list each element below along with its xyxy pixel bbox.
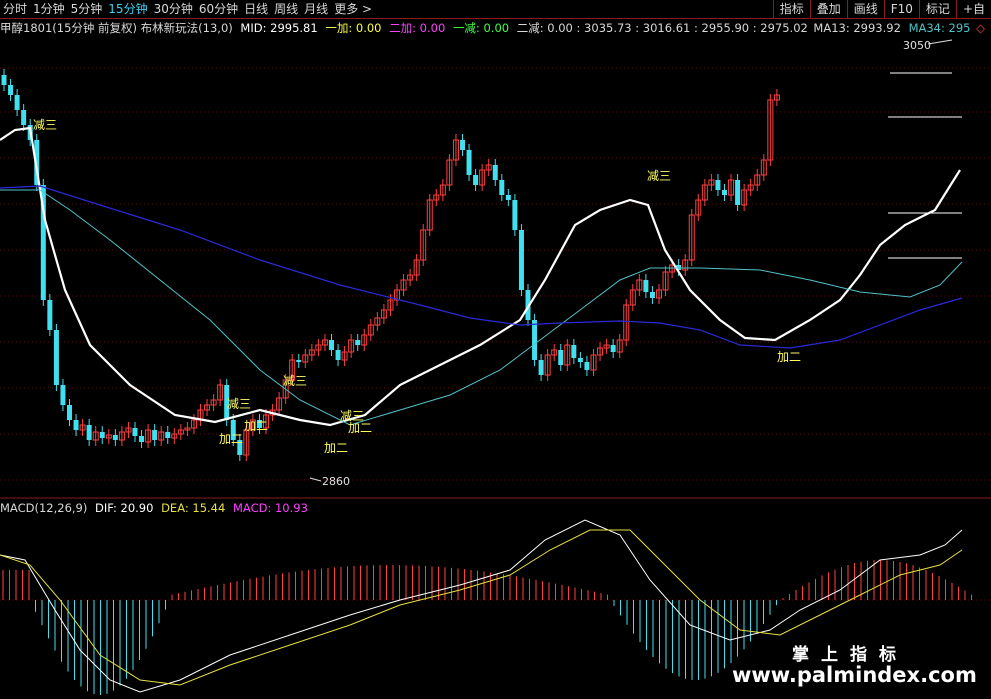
candle-body xyxy=(558,350,564,365)
macd-value: MACD: 10.93 xyxy=(232,501,308,515)
tab-weekly[interactable]: 周线 xyxy=(271,0,301,18)
candle-body xyxy=(132,428,138,436)
candle-body xyxy=(329,340,334,350)
overlay-button[interactable]: 叠加 xyxy=(809,0,847,18)
macd-info-bar: MACD(12,26,9) DIF: 20.90 DEA: 15.44 MACD… xyxy=(0,500,312,516)
candle-body xyxy=(505,195,511,200)
candle-body xyxy=(47,300,53,330)
tab-15min[interactable]: 15分钟 xyxy=(105,0,150,18)
candle-body xyxy=(512,200,518,230)
indicator-info-bar: 甲醇1801(15分钟 前复权) 布林新玩法(13,0) MID: 2995.8… xyxy=(0,19,991,37)
macd-label: MACD(12,26,9) xyxy=(0,501,88,515)
candle-body xyxy=(139,436,145,442)
tab-60min[interactable]: 60分钟 xyxy=(196,0,241,18)
draw-line-button[interactable]: 画线 xyxy=(846,0,884,18)
candle-body xyxy=(571,345,577,358)
ma34-marker-icon: ◇ xyxy=(976,21,985,35)
candle-body xyxy=(460,140,465,150)
tab-daily[interactable]: 日线 xyxy=(241,0,271,18)
signal-label: 加二 xyxy=(244,419,268,433)
high-price-label: 3050 xyxy=(903,39,931,52)
ma34-value: MA34: 295 xyxy=(908,21,971,35)
indicator-button[interactable]: 指标 xyxy=(772,0,810,18)
candle-body xyxy=(518,230,524,290)
signal-label: 减三 xyxy=(647,169,671,183)
candle-body xyxy=(152,430,158,440)
dif-value: DIF: 20.90 xyxy=(95,501,154,515)
signal-label: 加二 xyxy=(324,441,348,455)
candle-body xyxy=(492,165,498,180)
mark-button[interactable]: 标记 xyxy=(918,0,956,18)
candle-body xyxy=(532,320,538,360)
candle-body xyxy=(473,175,479,185)
dea-value: DEA: 15.44 xyxy=(161,501,226,515)
candle-body xyxy=(538,360,544,375)
candle-body xyxy=(735,180,741,205)
tab-30min[interactable]: 30分钟 xyxy=(151,0,196,18)
signal-label: 减三 xyxy=(283,374,307,388)
candle-body xyxy=(86,425,92,440)
candle-body xyxy=(722,190,727,195)
tab-5min[interactable]: 5分钟 xyxy=(68,0,106,18)
ma13-line xyxy=(0,189,963,426)
candle-body xyxy=(296,360,302,362)
candle-body xyxy=(165,432,171,438)
signal-labels: 30502860减三减三减三减三减三加二加二加二加二加二 xyxy=(33,39,953,488)
candle-body xyxy=(60,385,66,405)
ma-info: MA13: 2993.92 MA34: 295 ◇ xyxy=(813,19,989,37)
tab-monthly[interactable]: 月线 xyxy=(301,0,331,18)
candle-body xyxy=(577,358,583,362)
ma13-value: MA13: 2993.92 xyxy=(813,21,901,35)
candle-body xyxy=(643,280,649,292)
candlesticks xyxy=(1,69,780,461)
candle-body xyxy=(73,420,79,430)
kline-chart[interactable]: 30502860减三减三减三减三减三加二加二加二加二加二 xyxy=(0,0,991,699)
sub2-value: 二减: 0.00 : 3035.73 : 3016.61 : 2955.90 :… xyxy=(516,21,808,35)
candle-body xyxy=(21,110,27,125)
indicator-lines xyxy=(0,72,963,427)
period-tabs: 分时 1分钟 5分钟 15分钟 30分钟 60分钟 日线 周线 月线 更多 > xyxy=(0,0,375,18)
signal-label: 加二 xyxy=(348,421,372,435)
sub1-value: 一减: 0.00 xyxy=(452,21,510,35)
tab-1min[interactable]: 1分钟 xyxy=(30,0,68,18)
watermark-cn: 掌上指标 xyxy=(792,645,908,665)
add-custom-button[interactable]: +自 xyxy=(955,0,991,18)
mid-value: MID: 2995.81 xyxy=(240,21,318,35)
candle-body xyxy=(53,330,59,385)
high-arrow-line xyxy=(927,39,953,45)
toolbar: 分时 1分钟 5分钟 15分钟 30分钟 60分钟 日线 周线 月线 更多 > … xyxy=(0,0,991,19)
signal-label: 减三 xyxy=(227,397,251,411)
tool-buttons: 指标 叠加 画线 F10 标记 +自 xyxy=(772,0,991,18)
watermark-url: www.palmindex.com xyxy=(732,663,977,687)
signal-label: 加二 xyxy=(219,432,243,446)
candle-body xyxy=(8,85,14,95)
low-arrow-line xyxy=(309,477,322,482)
low-price-label: 2860 xyxy=(322,475,350,488)
candle-body xyxy=(1,75,7,85)
candle-body xyxy=(67,405,72,420)
candle-body xyxy=(466,150,472,175)
candle-body xyxy=(99,432,105,438)
candle-body xyxy=(610,345,616,352)
candle-body xyxy=(649,292,655,298)
candle-body xyxy=(584,362,590,370)
candle-body xyxy=(715,180,721,190)
signal-label: 加二 xyxy=(777,350,801,364)
watermark: 掌上指标 www.palmindex.com xyxy=(732,640,982,694)
candle-body xyxy=(355,340,361,345)
candle-body xyxy=(14,95,20,110)
add1-value: 一加: 0.00 xyxy=(325,21,382,35)
candle-body xyxy=(335,350,341,360)
add2-value: 二加: 0.00 xyxy=(389,21,446,35)
contract-title: 甲醇1801(15分钟 前复权) 布林新玩法(13,0) xyxy=(0,21,233,35)
tab-timeshare[interactable]: 分时 xyxy=(0,0,30,18)
signal-label: 减三 xyxy=(33,118,57,132)
f10-button[interactable]: F10 xyxy=(883,0,919,18)
tab-more[interactable]: 更多 > xyxy=(331,0,375,18)
grid-lines xyxy=(0,67,991,601)
candle-body xyxy=(499,180,505,195)
candle-body xyxy=(112,435,118,440)
